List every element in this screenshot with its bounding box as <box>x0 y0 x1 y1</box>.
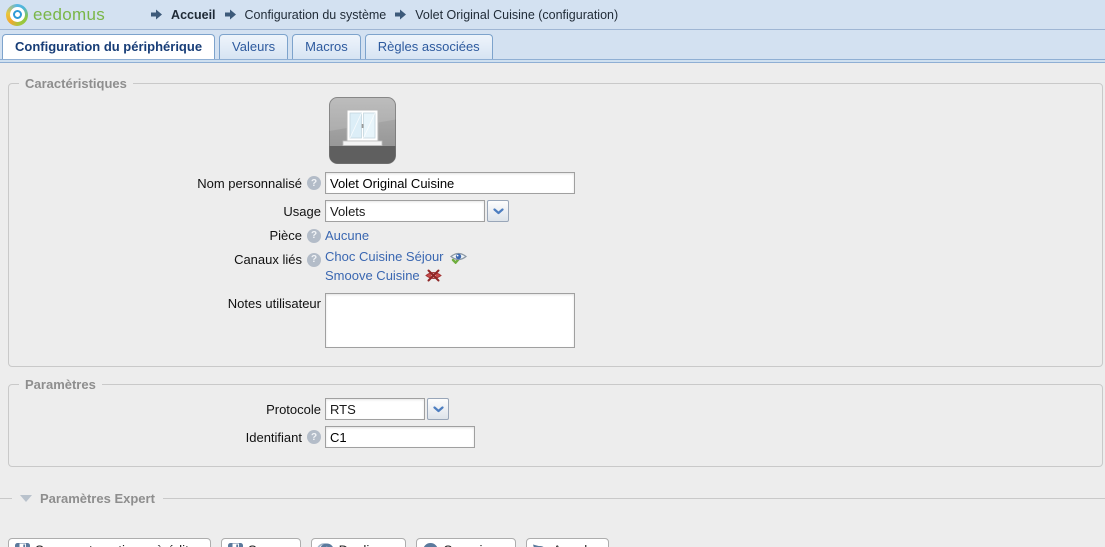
tab-device-configuration[interactable]: Configuration du périphérique <box>2 34 215 59</box>
tab-bar: Configuration du périphérique Valeurs Ma… <box>0 30 1105 59</box>
breadcrumb-system-config[interactable]: Configuration du système <box>245 8 387 22</box>
chevron-down-icon[interactable] <box>427 398 449 420</box>
cancel-button[interactable]: Annuler <box>526 538 610 547</box>
help-icon[interactable]: ? <box>307 430 321 444</box>
expert-legend-text: Paramètres Expert <box>40 491 155 506</box>
tab-associated-rules[interactable]: Règles associées <box>365 34 493 59</box>
field-row-usage: Usage Volets <box>9 200 1102 222</box>
characteristics-legend: Caractéristiques <box>19 76 133 91</box>
triangle-down-icon <box>20 495 32 502</box>
plus-circle-icon <box>317 542 335 547</box>
channel-item: Smoove Cuisine <box>325 268 468 283</box>
channel-item: Choc Cuisine Séjour <box>325 249 468 264</box>
identifier-label: Identifiant <box>246 430 302 445</box>
notes-label: Notes utilisateur <box>228 296 321 311</box>
parameters-section: Paramètres Protocole RTS Identifiant ? <box>8 377 1103 467</box>
user-notes-textarea[interactable] <box>325 293 575 348</box>
breadcrumb-arrow-icon <box>150 8 163 21</box>
main-content: Caractéristiques <box>0 63 1105 547</box>
help-icon[interactable]: ? <box>307 229 321 243</box>
protocol-label: Protocole <box>266 402 321 417</box>
minus-circle-icon <box>422 542 439 547</box>
expert-parameters-toggle[interactable]: Paramètres Expert <box>12 489 163 508</box>
field-row-name: Nom personnalisé ? <box>9 172 1102 194</box>
field-row-notes: Notes utilisateur <box>9 293 1102 348</box>
help-icon[interactable]: ? <box>307 253 321 267</box>
help-icon[interactable]: ? <box>307 176 321 190</box>
tab-macros[interactable]: Macros <box>292 34 361 59</box>
save-button[interactable]: Sauver <box>221 538 301 547</box>
custom-name-input[interactable] <box>325 172 575 194</box>
usage-label: Usage <box>283 204 321 219</box>
channels-label: Canaux liés <box>234 252 302 267</box>
room-label: Pièce <box>269 228 302 243</box>
expert-parameters-section: Paramètres Expert <box>0 489 1105 511</box>
field-row-room: Pièce ? Aucune <box>9 228 1102 243</box>
save-and-continue-button[interactable]: Sauver et continuer à éditer <box>8 538 211 547</box>
breadcrumb-arrow-icon <box>224 8 237 21</box>
header-bar: eedomus Accueil Configuration du système… <box>0 0 1105 30</box>
protocol-select[interactable]: RTS <box>325 398 449 420</box>
floppy-disk-icon <box>227 542 244 547</box>
channels-list: Choc Cuisine Séjour Smoove Cuisine <box>325 249 468 287</box>
identifier-input[interactable] <box>325 426 475 448</box>
breadcrumb-current-page: Volet Original Cuisine (configuration) <box>415 8 618 22</box>
room-link[interactable]: Aucune <box>325 228 369 243</box>
field-row-channels: Canaux liés ? Choc Cuisine Séjour <box>9 249 1102 287</box>
protocol-selected-value: RTS <box>330 402 356 417</box>
breadcrumb-arrow-icon <box>394 8 407 21</box>
duplicate-button[interactable]: Dupliquer <box>311 538 407 547</box>
eye-visible-icon[interactable] <box>449 250 468 264</box>
usage-select[interactable]: Volets <box>325 200 509 222</box>
usage-selected-value: Volets <box>330 204 365 219</box>
action-buttons: Sauver et continuer à éditer Sauver <box>8 538 1105 547</box>
parameters-legend: Paramètres <box>19 377 102 392</box>
breadcrumb-home[interactable]: Accueil <box>171 8 215 22</box>
chevron-down-icon[interactable] <box>487 200 509 222</box>
field-row-identifier: Identifiant ? <box>9 426 1102 448</box>
field-row-protocol: Protocole RTS <box>9 398 1102 420</box>
eedomus-logo-icon[interactable] <box>6 4 28 26</box>
eye-hidden-icon[interactable] <box>425 269 442 282</box>
channel-link-choc-cuisine-sejour[interactable]: Choc Cuisine Séjour <box>325 249 444 264</box>
device-window-shutter-icon <box>329 97 396 164</box>
floppy-disk-icon <box>14 542 31 547</box>
undo-arrow-icon <box>532 542 549 547</box>
channel-link-smoove-cuisine[interactable]: Smoove Cuisine <box>325 268 420 283</box>
delete-button[interactable]: Supprimer <box>416 538 515 547</box>
breadcrumb: Accueil Configuration du système Volet O… <box>149 8 618 22</box>
name-label: Nom personnalisé <box>197 176 302 191</box>
logo-text: eedomus <box>33 5 105 25</box>
tab-values[interactable]: Valeurs <box>219 34 288 59</box>
characteristics-section: Caractéristiques <box>8 76 1103 367</box>
expert-divider <box>0 498 1105 499</box>
